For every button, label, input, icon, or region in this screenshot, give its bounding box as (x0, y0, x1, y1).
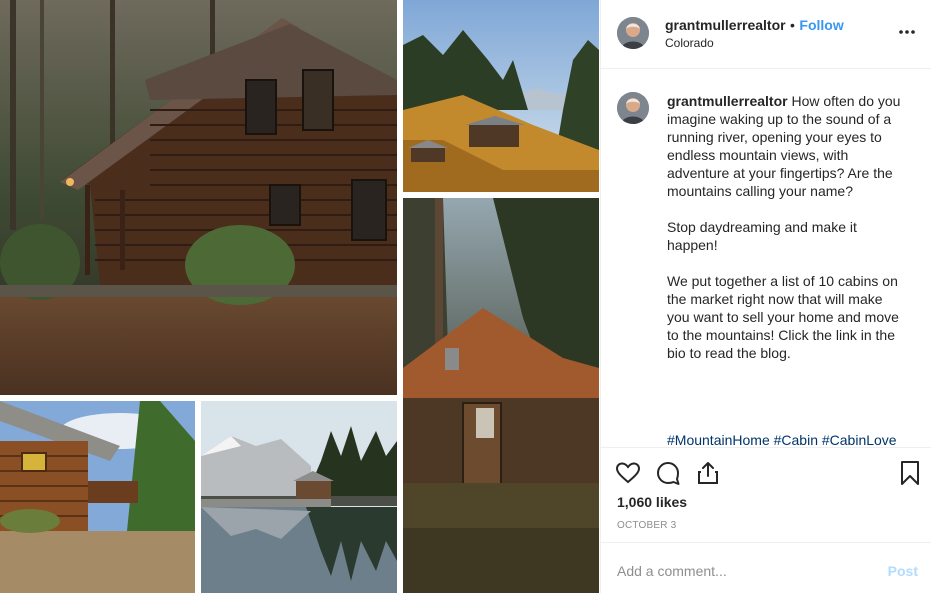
caption-text: How often do you imagine waking up to th… (667, 93, 901, 361)
more-options-icon[interactable] (897, 22, 917, 42)
instagram-post-view: grantmullerrealtor • Follow Colorado gra… (0, 0, 931, 593)
username-link[interactable]: grantmullerrealtor (665, 17, 786, 33)
comment-box: Add a comment... Post (601, 542, 931, 594)
location-link[interactable]: Colorado (665, 36, 714, 50)
caption-username[interactable]: grantmullerrealtor (667, 93, 788, 109)
share-icon[interactable] (695, 460, 721, 486)
post-details-panel: grantmullerrealtor • Follow Colorado gra… (600, 0, 931, 593)
avatar[interactable] (617, 17, 649, 49)
follow-button[interactable]: Follow (799, 17, 843, 33)
post-date[interactable]: OCTOBER 3 (617, 520, 676, 531)
profile-photo (617, 17, 649, 49)
heart-icon[interactable] (615, 460, 641, 486)
log-cabin-forest-photo (0, 0, 397, 395)
lake-cabin-reflection-photo (201, 401, 397, 593)
bookmark-icon[interactable] (897, 460, 923, 486)
comment-input[interactable]: Add a comment... (617, 563, 727, 579)
header-separator: • (790, 17, 795, 33)
likes-count[interactable]: 1,060 likes (617, 494, 687, 510)
caption-area: grantmullerrealtor How often do you imag… (601, 68, 931, 448)
post-comment-button[interactable]: Post (888, 563, 918, 579)
caption-avatar[interactable] (617, 92, 649, 124)
caption-text-block: grantmullerrealtor How often do you imag… (667, 92, 907, 362)
header-user-line: grantmullerrealtor • Follow (665, 17, 844, 35)
action-bar: 1,060 likes OCTOBER 3 (601, 447, 931, 543)
log-cabin-deck-photo (0, 401, 195, 593)
profile-photo (617, 92, 649, 124)
hashtag-links[interactable]: #MountainHome #Cabin #CabinLove (667, 432, 897, 448)
post-header: grantmullerrealtor • Follow Colorado (601, 0, 931, 69)
meadow-cabin-photo (403, 0, 599, 192)
rusty-roof-cabin-photo (403, 198, 599, 593)
comment-icon[interactable] (655, 460, 681, 486)
post-image-collage[interactable] (0, 0, 600, 593)
